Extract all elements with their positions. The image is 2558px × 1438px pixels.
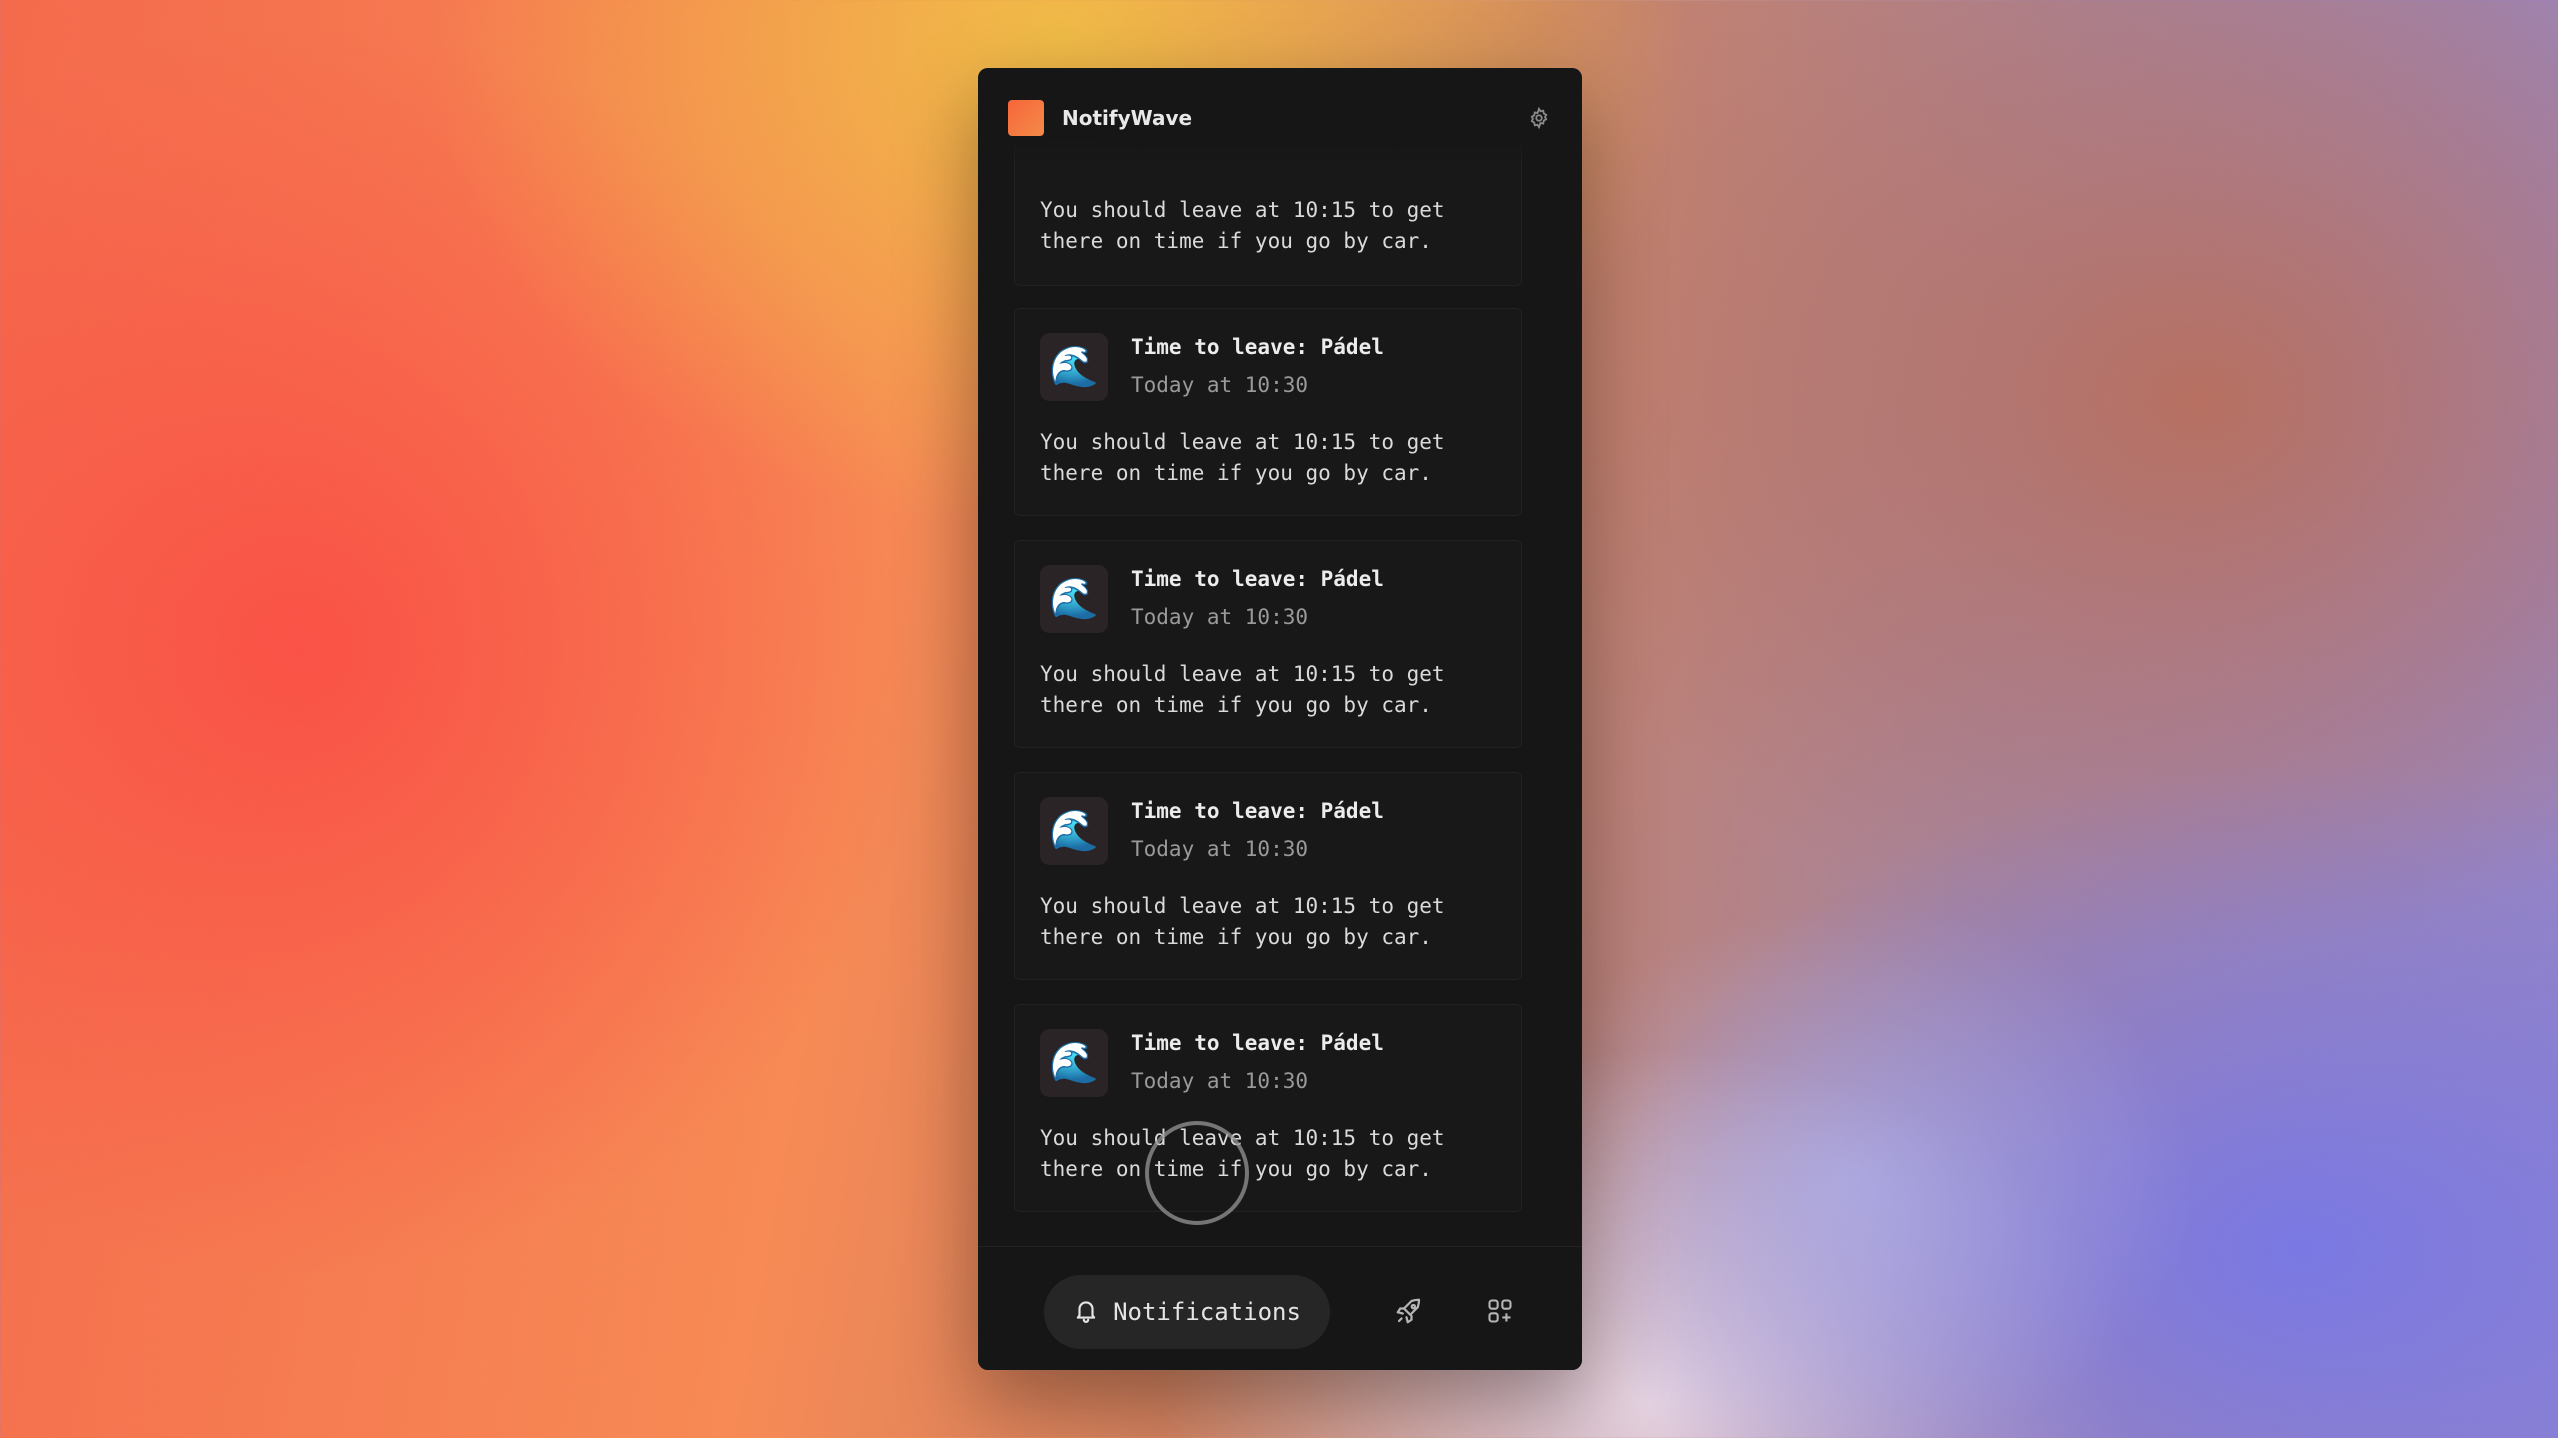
notification-body: You should leave at 10:15 to get there o… bbox=[1040, 430, 1445, 485]
apps-grid-icon[interactable] bbox=[1478, 1289, 1522, 1333]
wave-icon: 🌊 bbox=[1040, 333, 1108, 401]
wave-icon: 🌊 bbox=[1040, 565, 1108, 633]
notification-body: You should leave at 10:15 to get there o… bbox=[1040, 198, 1445, 253]
notification-title: Time to leave: Pádel bbox=[1131, 567, 1384, 591]
bottom-nav: Notifications bbox=[978, 1246, 1582, 1370]
bell-icon bbox=[1073, 1297, 1099, 1327]
notification-body: You should leave at 10:15 to get there o… bbox=[1040, 662, 1445, 717]
notification-card[interactable]: 🌊 Time to leave: Pádel Today at 10:30 Yo… bbox=[1014, 1004, 1522, 1212]
app-logo bbox=[1008, 100, 1044, 136]
notification-card[interactable]: 🌊 Time to leave: Pádel Today at 10:30 Yo… bbox=[1014, 772, 1522, 980]
notification-card[interactable]: 🌊 Time to leave: Pádel Today at 10:30 Yo… bbox=[1014, 308, 1522, 516]
rocket-icon[interactable] bbox=[1387, 1289, 1431, 1333]
notification-time: Today at 10:30 bbox=[1131, 373, 1309, 397]
notification-title: Time to leave: Pádel bbox=[1131, 799, 1384, 823]
widget-header: NotifyWave bbox=[978, 68, 1582, 168]
background-glow bbox=[1500, 900, 2200, 1438]
notification-title: Time to leave: Pádel bbox=[1131, 1031, 1384, 1055]
notification-time: Today at 10:30 bbox=[1131, 837, 1309, 861]
notification-body: You should leave at 10:15 to get there o… bbox=[1040, 894, 1445, 949]
notification-card[interactable]: 🌊 Time to leave: Pádel Today at 10:30 Yo… bbox=[1014, 540, 1522, 748]
notification-widget: 🌊 You should leave at 10:15 to get there… bbox=[978, 68, 1582, 1370]
wave-icon: 🌊 bbox=[1040, 1029, 1108, 1097]
gear-icon[interactable] bbox=[1526, 105, 1552, 131]
tab-notifications-label: Notifications bbox=[1113, 1298, 1301, 1326]
notification-time: Today at 10:30 bbox=[1131, 1069, 1309, 1093]
touch-cursor-indicator bbox=[1145, 1121, 1249, 1225]
notification-time: Today at 10:30 bbox=[1131, 605, 1309, 629]
tab-notifications[interactable]: Notifications bbox=[1044, 1275, 1330, 1349]
notification-body: You should leave at 10:15 to get there o… bbox=[1040, 1126, 1445, 1181]
wave-icon: 🌊 bbox=[1040, 797, 1108, 865]
app-name: NotifyWave bbox=[1062, 106, 1193, 130]
notification-title: Time to leave: Pádel bbox=[1131, 335, 1384, 359]
